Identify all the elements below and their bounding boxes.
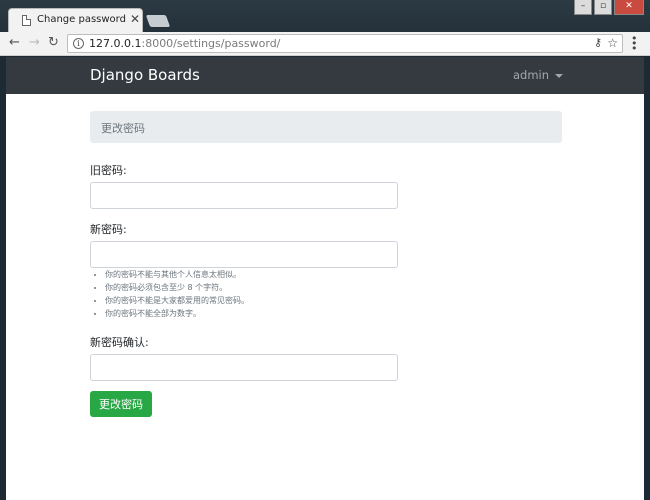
address-bar[interactable]: i 127.0.0.1:8000/settings/password/ ⚷ ☆: [67, 34, 623, 53]
maximize-icon[interactable]: ▫: [594, 0, 612, 15]
user-name: admin: [513, 68, 550, 82]
confirm-password-label: 新密码确认:: [90, 336, 149, 349]
close-tab-icon[interactable]: ✕: [130, 12, 140, 26]
info-icon[interactable]: i: [73, 38, 84, 49]
url-host: 127.0.0.1: [89, 37, 142, 50]
new-password-label: 新密码:: [90, 223, 127, 236]
confirm-password-input[interactable]: [90, 354, 398, 381]
help-item: 你的密码不能全部为数字。: [105, 307, 249, 320]
document-icon: [22, 15, 31, 26]
caret-down-icon: [555, 73, 564, 78]
breadcrumb-item-active: 更改密码: [101, 122, 145, 135]
brand-link[interactable]: Django Boards: [90, 66, 200, 84]
minimize-icon[interactable]: –: [574, 0, 592, 15]
window-controls: – ▫ ✕: [574, 0, 644, 16]
browser-tab[interactable]: Change password ✕: [8, 8, 143, 32]
forward-icon[interactable]: →: [29, 35, 40, 51]
back-icon[interactable]: ←: [9, 35, 20, 51]
url-path: :8000/settings/password/: [141, 37, 281, 50]
password-help-list: 你的密码不能与其他个人信息太相似。 你的密码必须包含至少 8 个字符。 你的密码…: [105, 268, 249, 320]
new-tab-button[interactable]: [145, 15, 171, 27]
user-dropdown[interactable]: admin: [513, 68, 564, 82]
site-navbar: Django Boards admin: [6, 57, 644, 94]
star-icon[interactable]: ☆: [607, 36, 618, 50]
window-titlebar: Change password ✕ – ▫ ✕: [0, 0, 650, 32]
page-viewport: Django Boards admin 更改密码 旧密码: 新密码: 你的密码不…: [6, 57, 644, 500]
tab-title: Change password: [37, 14, 126, 25]
url-text: 127.0.0.1:8000/settings/password/: [89, 37, 280, 50]
breadcrumb: 更改密码: [90, 111, 562, 143]
help-item: 你的密码必须包含至少 8 个字符。: [105, 281, 249, 294]
change-password-button[interactable]: 更改密码: [90, 391, 152, 417]
reload-icon[interactable]: ↻: [48, 35, 59, 51]
key-icon[interactable]: ⚷: [594, 36, 602, 49]
menu-icon[interactable]: • • •: [631, 33, 638, 54]
new-password-input[interactable]: [90, 241, 398, 268]
old-password-input[interactable]: [90, 182, 398, 209]
browser-toolbar: ← → ↻ i 127.0.0.1:8000/settings/password…: [0, 32, 650, 56]
old-password-label: 旧密码:: [90, 164, 127, 177]
close-window-icon[interactable]: ✕: [614, 0, 644, 15]
help-item: 你的密码不能是大家都爱用的常见密码。: [105, 294, 249, 307]
help-item: 你的密码不能与其他个人信息太相似。: [105, 268, 249, 281]
